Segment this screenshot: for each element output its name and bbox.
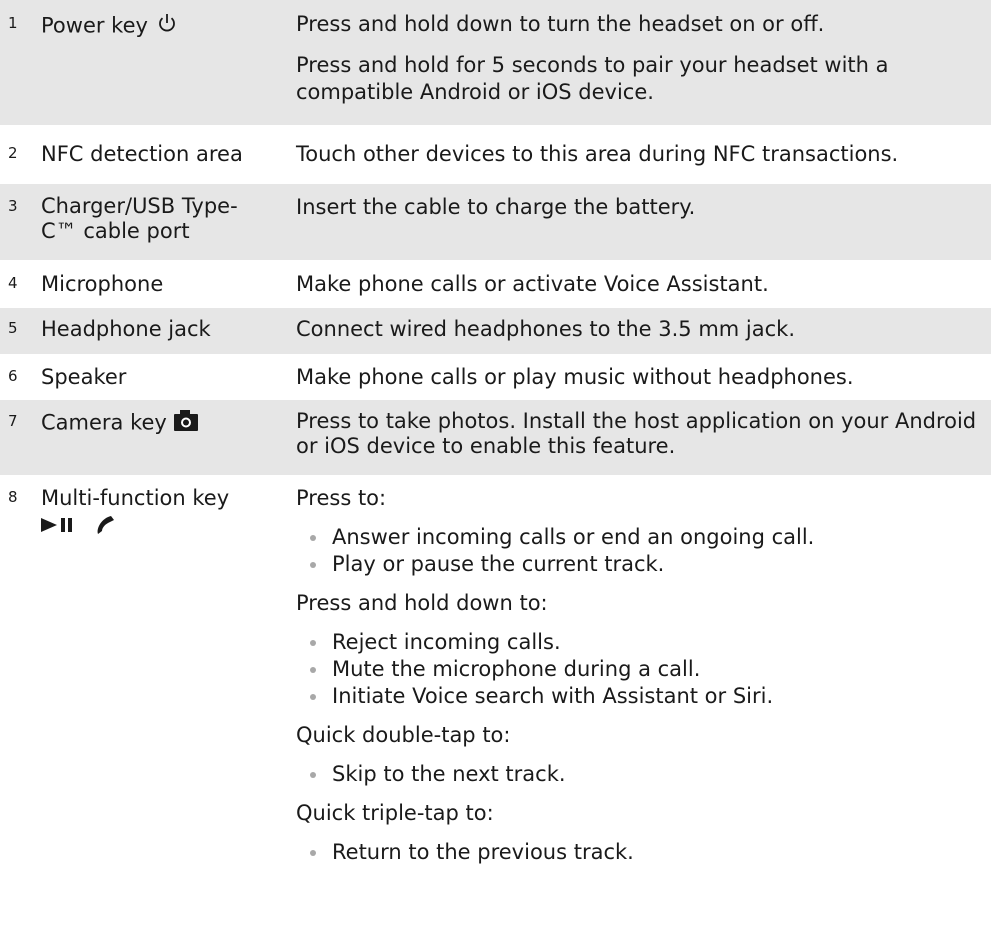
row-number: 5 (8, 319, 18, 337)
list-item: Reject incoming calls. (296, 629, 991, 656)
row-number: 7 (8, 412, 18, 430)
bullet-list: Skip to the next track. (296, 761, 991, 788)
key-name: Power key (41, 11, 281, 42)
bullet-icon (310, 694, 316, 700)
row-number: 4 (8, 274, 18, 292)
key-name-label: Camera key (41, 410, 167, 435)
key-description: Touch other devices to this area during … (296, 141, 991, 168)
bullet-list: Answer incoming calls or end an ongoing … (296, 524, 991, 578)
row-number: 3 (8, 197, 18, 215)
list-item: Initiate Voice search with Assistant or … (296, 683, 991, 710)
table-row: 5 Headphone jack Connect wired headphone… (0, 308, 991, 354)
key-description: Press and hold down to turn the headset … (296, 11, 991, 106)
bullet-list: Return to the previous track. (296, 839, 991, 866)
section-heading: Press and hold down to: (296, 591, 548, 615)
key-description: Connect wired headphones to the 3.5 mm j… (296, 316, 991, 343)
row-number: 6 (8, 367, 18, 385)
section-heading: Quick double-tap to: (296, 723, 511, 747)
section-heading: Press to: (296, 486, 387, 510)
description-text: Insert the cable to charge the battery. (296, 195, 696, 219)
table-row: 1 Power key Press and hold down to turn … (0, 0, 991, 125)
description-text: Touch other devices to this area during … (296, 142, 899, 166)
bullet-icon (310, 667, 316, 673)
play-pause-icon (41, 515, 75, 542)
table-row: 7 Camera key Press to take photos. Insta… (0, 400, 991, 475)
key-description: Press to take photos. Install the host a… (296, 409, 991, 459)
camera-icon (173, 409, 198, 438)
description-text: Press and hold down to turn the headset … (296, 12, 825, 36)
section-heading: Quick triple-tap to: (296, 801, 494, 825)
table-row: 3 Charger/USB Type-C™ cable port Insert … (0, 184, 991, 260)
list-item: Skip to the next track. (296, 761, 991, 788)
description-text: Make phone calls or activate Voice Assis… (296, 272, 769, 296)
table-row: 6 Speaker Make phone calls or play music… (0, 354, 991, 400)
table-row: 8 Multi-function key Press to: Answer in… (0, 475, 991, 864)
table-row: 2 NFC detection area Touch other devices… (0, 125, 991, 184)
key-name: Camera key (41, 409, 281, 438)
list-item: Return to the previous track. (296, 839, 991, 866)
description-text: Connect wired headphones to the 3.5 mm j… (296, 317, 796, 341)
bullet-icon (310, 562, 316, 568)
list-item: Mute the microphone during a call. (296, 656, 991, 683)
table-row: 4 Microphone Make phone calls or activat… (0, 260, 991, 308)
bullet-icon (310, 640, 316, 646)
description-text: Press and hold for 5 seconds to pair you… (296, 53, 889, 104)
key-name: Headphone jack (41, 317, 211, 341)
key-description: Make phone calls or activate Voice Assis… (296, 271, 991, 298)
key-description: Press to: Answer incoming calls or end a… (296, 485, 991, 866)
key-name: NFC detection area (41, 142, 243, 166)
description-text: Press to take photos. Install the host a… (296, 409, 977, 458)
key-name-label: Power key (41, 13, 148, 38)
bullet-list: Reject incoming calls. Mute the micropho… (296, 629, 991, 710)
key-name: Microphone (41, 272, 164, 296)
bullet-icon (310, 850, 316, 856)
key-name: Speaker (41, 365, 127, 389)
key-name-label: Multi-function key (41, 486, 230, 510)
power-icon (155, 11, 179, 42)
key-description: Make phone calls or play music without h… (296, 364, 991, 391)
list-item: Play or pause the current track. (296, 551, 991, 578)
row-number: 1 (8, 14, 18, 32)
key-description: Insert the cable to charge the battery. (296, 194, 991, 221)
key-function-table: 1 Power key Press and hold down to turn … (0, 0, 991, 864)
description-text: Make phone calls or play music without h… (296, 365, 854, 389)
key-name: Multi-function key (41, 485, 281, 543)
row-number: 2 (8, 144, 18, 162)
bullet-icon (310, 772, 316, 778)
phone-handset-icon (94, 514, 116, 543)
row-number: 8 (8, 488, 18, 506)
bullet-icon (310, 535, 316, 541)
list-item: Answer incoming calls or end an ongoing … (296, 524, 991, 551)
key-name: Charger/USB Type-C™ cable port (41, 194, 238, 243)
